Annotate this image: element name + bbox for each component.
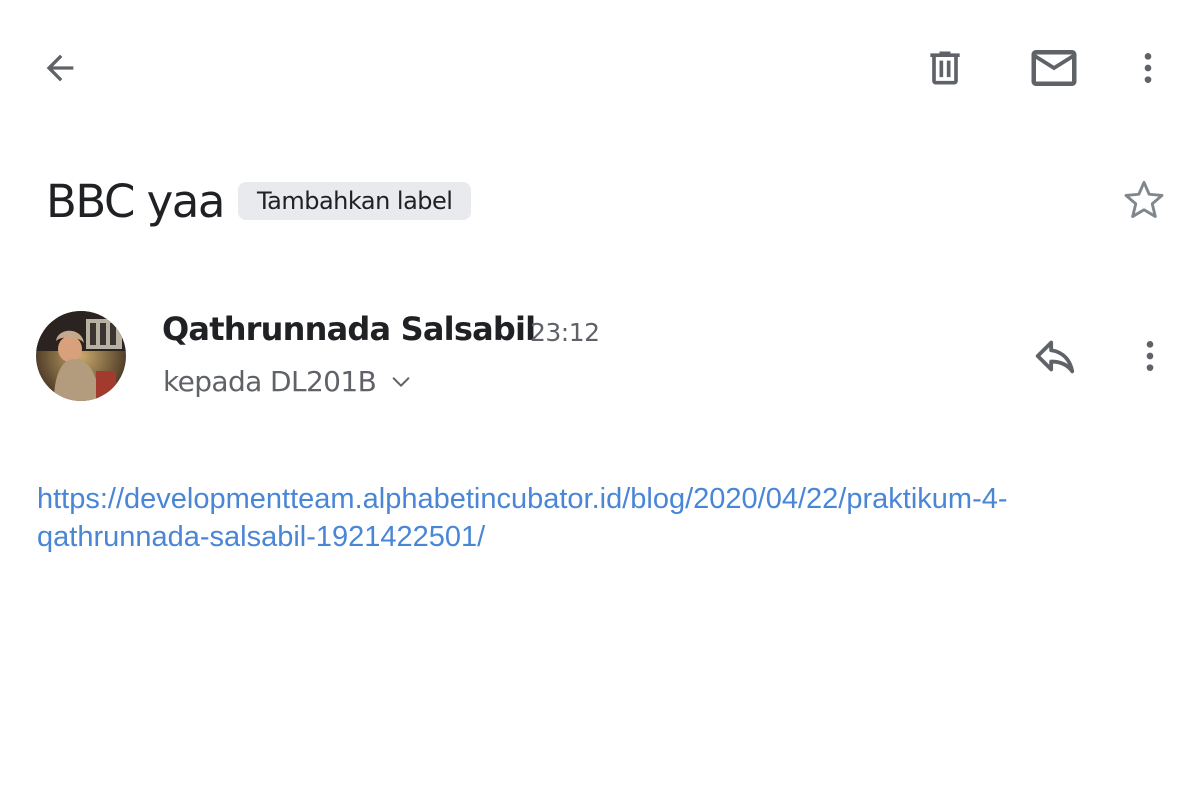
reply-button[interactable] xyxy=(1025,326,1085,386)
recipient-label: kepada DL201B xyxy=(163,365,377,398)
more-vert-icon xyxy=(1146,341,1154,371)
trash-icon xyxy=(930,51,960,85)
chevron-down-icon xyxy=(390,371,412,393)
more-options-button[interactable] xyxy=(1118,38,1178,98)
message-time: 23:12 xyxy=(530,318,600,347)
delete-button[interactable] xyxy=(915,38,975,98)
mail-icon xyxy=(1031,50,1077,86)
email-body-link[interactable]: https://developmentteam.alphabetincubato… xyxy=(37,480,1147,556)
link-line-2: qathrunnada-salsabil-1921422501/ xyxy=(37,521,486,553)
email-subject: BBC yaa xyxy=(46,174,225,228)
avatar-photo xyxy=(36,311,126,401)
message-more-options-button[interactable] xyxy=(1120,326,1180,386)
sender-avatar[interactable] xyxy=(36,311,126,401)
back-button[interactable] xyxy=(30,38,90,98)
mark-unread-button[interactable] xyxy=(1024,38,1084,98)
star-button[interactable] xyxy=(1114,170,1174,230)
recipient-details-toggle[interactable]: kepada DL201B xyxy=(163,365,412,398)
star-outline-icon xyxy=(1124,180,1164,218)
arrow-back-icon xyxy=(46,54,74,82)
add-label-chip[interactable]: Tambahkan label xyxy=(237,182,472,220)
sender-name[interactable]: Qathrunnada Salsabil xyxy=(162,310,536,348)
reply-icon xyxy=(1035,340,1075,374)
subject-row: BBC yaa Tambahkan label xyxy=(46,168,472,234)
link-line-1: https://developmentteam.alphabetincubato… xyxy=(37,483,1008,515)
more-vert-icon xyxy=(1144,53,1152,83)
